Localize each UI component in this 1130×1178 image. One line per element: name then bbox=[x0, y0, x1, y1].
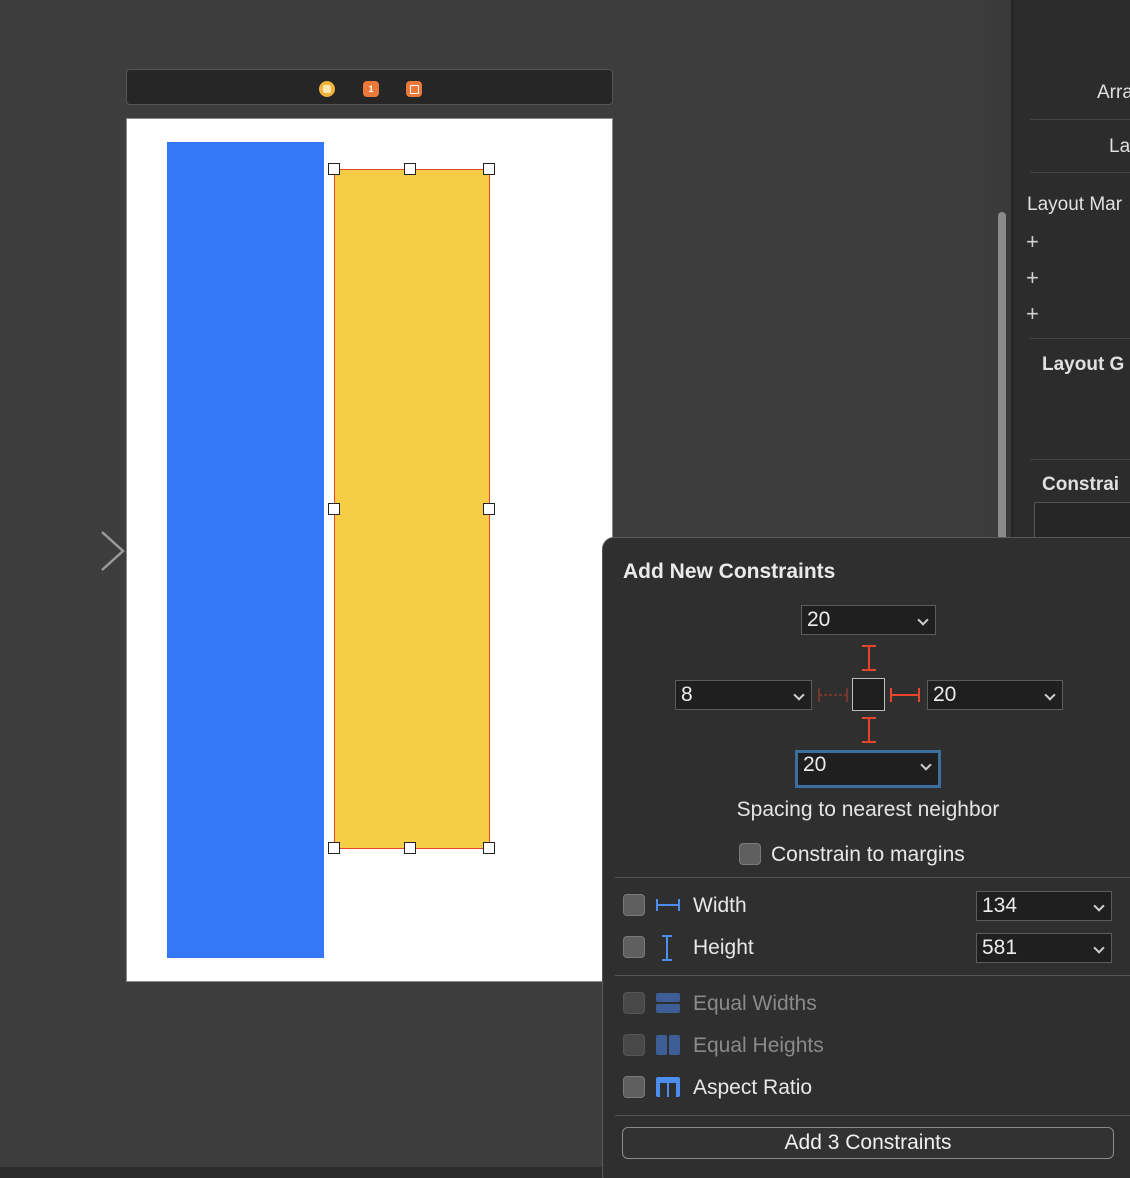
chevron-down-icon[interactable] bbox=[1044, 689, 1056, 701]
leading-spacing-value: 8 bbox=[681, 683, 693, 706]
aspect-ratio-checkbox[interactable] bbox=[623, 1076, 645, 1098]
add-icon[interactable]: + bbox=[1026, 229, 1039, 255]
width-value: 134 bbox=[982, 894, 1018, 917]
divider bbox=[615, 877, 1130, 878]
resize-handle[interactable] bbox=[483, 842, 495, 854]
top-spacing-field[interactable]: 20 bbox=[801, 605, 936, 635]
width-checkbox[interactable] bbox=[623, 894, 645, 916]
trailing-spacing-field[interactable]: 20 bbox=[927, 680, 1063, 710]
add-icon[interactable]: + bbox=[1026, 265, 1039, 291]
scene-dock: 1 bbox=[126, 69, 613, 105]
chevron-down-icon[interactable] bbox=[917, 614, 929, 626]
arrange-label: Arra bbox=[1097, 82, 1130, 103]
scrollbar-thumb[interactable] bbox=[998, 212, 1006, 542]
width-icon bbox=[656, 899, 680, 911]
top-constraint-toggle-icon[interactable] bbox=[859, 644, 879, 672]
add-constraints-popover: Add New Constraints 20 8 20 20 Spacing t… bbox=[602, 537, 1130, 1178]
chevron-down-icon[interactable] bbox=[1093, 942, 1105, 954]
layout-margins-label: Layout Mar bbox=[1027, 194, 1123, 215]
equal-widths-checkbox[interactable] bbox=[623, 992, 645, 1014]
equal-heights-icon bbox=[656, 1035, 680, 1055]
spacing-caption: Spacing to nearest neighbor bbox=[736, 798, 1000, 821]
add-icon[interactable]: + bbox=[1026, 301, 1039, 327]
entry-point-arrow-icon[interactable] bbox=[8, 530, 128, 572]
trailing-constraint-toggle-icon[interactable] bbox=[889, 685, 921, 705]
height-checkbox[interactable] bbox=[623, 936, 645, 958]
bottom-constraint-toggle-icon[interactable] bbox=[859, 716, 879, 744]
add-constraints-button[interactable]: Add 3 Constraints bbox=[622, 1127, 1114, 1159]
exit-icon[interactable] bbox=[406, 81, 422, 97]
height-label: Height bbox=[693, 936, 754, 959]
constrain-to-margins-label: Constrain to margins bbox=[771, 843, 965, 866]
selected-view-square-icon bbox=[852, 678, 885, 711]
equal-heights-label: Equal Heights bbox=[693, 1034, 824, 1057]
chevron-down-icon[interactable] bbox=[793, 689, 805, 701]
resize-handle[interactable] bbox=[483, 163, 495, 175]
layout-label: La bbox=[1109, 136, 1130, 157]
layout-guides-label: Layout G bbox=[1042, 354, 1125, 375]
divider bbox=[1030, 172, 1130, 173]
top-spacing-value: 20 bbox=[807, 608, 831, 631]
height-value: 581 bbox=[982, 936, 1018, 959]
resize-handle[interactable] bbox=[328, 163, 340, 175]
view-controller-scene[interactable] bbox=[126, 118, 613, 982]
leading-spacing-field[interactable]: 8 bbox=[675, 680, 812, 710]
first-responder-icon[interactable]: 1 bbox=[363, 81, 379, 97]
chevron-down-icon[interactable] bbox=[920, 759, 932, 771]
leading-constraint-toggle-icon[interactable] bbox=[817, 685, 849, 705]
height-icon bbox=[662, 935, 672, 961]
view-controller-icon[interactable] bbox=[319, 81, 335, 97]
constrain-to-margins-checkbox[interactable] bbox=[739, 843, 761, 865]
aspect-ratio-icon bbox=[656, 1077, 680, 1097]
equal-widths-label: Equal Widths bbox=[693, 992, 817, 1015]
constraints-list[interactable] bbox=[1034, 502, 1130, 542]
resize-handle[interactable] bbox=[404, 842, 416, 854]
divider bbox=[615, 1115, 1130, 1116]
yellow-view-selected[interactable] bbox=[334, 169, 490, 849]
resize-handle[interactable] bbox=[328, 842, 340, 854]
equal-widths-icon bbox=[656, 993, 680, 1013]
equal-heights-checkbox[interactable] bbox=[623, 1034, 645, 1056]
height-value-field[interactable]: 581 bbox=[976, 933, 1112, 963]
constraints-label: Constrai bbox=[1042, 474, 1120, 495]
resize-handle[interactable] bbox=[328, 503, 340, 515]
resize-handle[interactable] bbox=[483, 503, 495, 515]
aspect-ratio-label: Aspect Ratio bbox=[693, 1076, 813, 1099]
width-label: Width bbox=[693, 894, 747, 917]
divider bbox=[1030, 459, 1130, 460]
divider bbox=[1030, 119, 1130, 120]
trailing-spacing-value: 20 bbox=[933, 683, 957, 706]
chevron-down-icon[interactable] bbox=[1093, 900, 1105, 912]
popover-title: Add New Constraints bbox=[623, 560, 836, 583]
width-value-field[interactable]: 134 bbox=[976, 891, 1112, 921]
divider bbox=[615, 975, 1130, 976]
canvas-bottom-bar bbox=[0, 1167, 605, 1178]
bottom-spacing-value: 20 bbox=[803, 753, 827, 776]
divider bbox=[1030, 338, 1130, 339]
blue-view[interactable] bbox=[167, 142, 324, 958]
bottom-spacing-field[interactable]: 20 bbox=[795, 750, 941, 788]
resize-handle[interactable] bbox=[404, 163, 416, 175]
